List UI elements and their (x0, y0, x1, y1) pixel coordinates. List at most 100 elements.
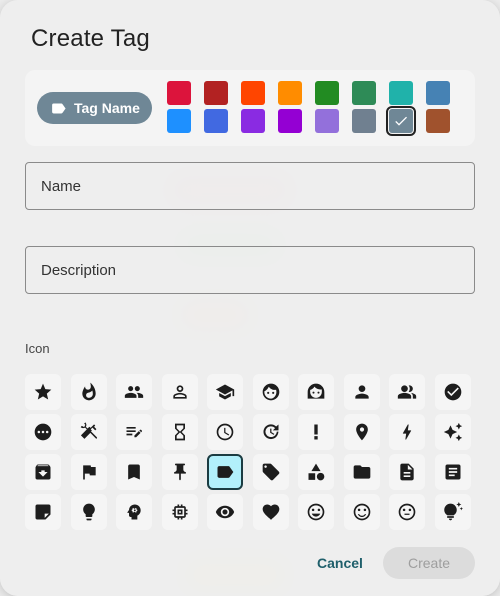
cancel-button[interactable]: Cancel (312, 549, 368, 577)
update-icon (262, 424, 278, 440)
icon-option-label[interactable] (207, 454, 243, 490)
people-icon (397, 385, 417, 399)
tag-preview-label: Tag Name (74, 100, 140, 116)
icon-option-flag[interactable] (70, 454, 107, 490)
color-swatch[interactable] (389, 81, 413, 105)
color-swatch[interactable] (167, 81, 191, 105)
icon-option-neutral-face[interactable] (389, 494, 425, 530)
color-swatch[interactable] (278, 109, 302, 133)
bookmark-icon (128, 464, 140, 480)
flag-icon (82, 465, 96, 480)
color-swatch[interactable] (426, 81, 450, 105)
icon-option-bolt[interactable] (389, 414, 425, 450)
heart-icon (262, 504, 279, 520)
icon-option-edit-note[interactable] (116, 414, 152, 450)
color-swatch[interactable] (241, 81, 265, 105)
icon-option-sentiment[interactable] (343, 494, 380, 530)
name-field[interactable]: Name (25, 162, 475, 210)
folder-icon (353, 465, 370, 479)
icon-option-heart[interactable] (252, 494, 289, 530)
psychology-icon (127, 504, 141, 520)
icon-option-priority[interactable] (298, 414, 334, 450)
tags-icon (262, 463, 279, 481)
icon-option-woman[interactable] (298, 374, 334, 410)
group-icon (124, 386, 144, 398)
clock-icon (216, 423, 234, 441)
color-swatch[interactable] (241, 109, 265, 133)
lightbulb-icon (82, 503, 95, 521)
sparkle-icon (443, 422, 462, 442)
color-swatch[interactable] (315, 81, 339, 105)
icon-option-update[interactable] (252, 414, 289, 450)
school-icon (215, 384, 235, 400)
icon-option-bookmark[interactable] (116, 454, 152, 490)
hourglass-icon (174, 423, 185, 441)
icon-option-document[interactable] (389, 454, 425, 490)
category-icon (308, 463, 325, 481)
icon-option-people[interactable] (389, 374, 425, 410)
icon-option-person[interactable] (343, 374, 380, 410)
icon-option-psychology[interactable] (116, 494, 152, 530)
name-field-placeholder: Name (41, 178, 82, 195)
icon-option-group[interactable] (116, 374, 152, 410)
create-button[interactable]: Create (383, 547, 475, 579)
tag-preview-panel: Tag Name (25, 70, 475, 146)
star-icon (34, 383, 52, 400)
color-swatch[interactable] (386, 106, 416, 136)
icon-option-pin[interactable] (161, 454, 198, 490)
fire-icon (81, 382, 96, 401)
edit-note-icon (126, 427, 142, 438)
icon-option-lightbulb[interactable] (70, 494, 107, 530)
color-swatch[interactable] (315, 109, 339, 133)
icon-option-sparkle[interactable] (434, 414, 471, 450)
color-swatch[interactable] (204, 81, 228, 105)
color-swatch[interactable] (426, 109, 450, 133)
icon-section-label: Icon (25, 341, 50, 356)
color-swatch[interactable] (352, 109, 376, 133)
document-icon (400, 463, 414, 481)
icon-option-school[interactable] (207, 374, 243, 410)
color-swatch[interactable] (278, 81, 302, 105)
icon-option-tips[interactable] (434, 494, 471, 530)
icon-option-check-circle[interactable] (434, 374, 471, 410)
label-icon (217, 466, 234, 478)
location-pin-icon (355, 423, 368, 441)
priority-icon (314, 424, 318, 440)
icon-option-category[interactable] (298, 454, 334, 490)
tips-icon (443, 502, 463, 521)
icon-option-tools[interactable] (70, 414, 107, 450)
create-tag-dialog: Create Tag Tag Name Name Description Ico… (0, 0, 500, 596)
tools-icon (80, 422, 97, 439)
sticky-note-icon (35, 504, 51, 520)
icon-option-location-pin[interactable] (343, 414, 380, 450)
icon-option-clock[interactable] (207, 414, 243, 450)
description-field-placeholder: Description (41, 262, 117, 279)
icon-option-memory-chip[interactable] (161, 494, 198, 530)
icon-option-smile[interactable] (298, 494, 334, 530)
pin-icon (173, 463, 186, 481)
label-icon (52, 103, 66, 113)
description-field[interactable]: Description (25, 246, 475, 294)
color-swatch[interactable] (352, 81, 376, 105)
archive-icon (35, 464, 51, 480)
icon-option-hourglass[interactable] (161, 414, 198, 450)
icon-option-fire[interactable] (70, 374, 107, 410)
eye-icon (215, 505, 235, 519)
icon-option-article[interactable] (434, 454, 471, 490)
icon-option-sticky-note[interactable] (25, 494, 61, 530)
check-circle-icon (444, 383, 461, 401)
smile-icon (307, 503, 325, 521)
icon-option-eye[interactable] (207, 494, 243, 530)
icon-option-tags[interactable] (252, 454, 289, 490)
dialog-title: Create Tag (31, 25, 150, 52)
icon-option-archive[interactable] (25, 454, 61, 490)
icon-option-face[interactable] (252, 374, 289, 410)
color-swatch[interactable] (204, 109, 228, 133)
icon-option-folder[interactable] (343, 454, 380, 490)
memory-chip-icon (172, 504, 187, 520)
icon-option-person-outline[interactable] (161, 374, 198, 410)
icon-option-more-horiz[interactable] (25, 414, 61, 450)
color-swatch[interactable] (167, 109, 191, 133)
icon-option-star[interactable] (25, 374, 61, 410)
color-swatch-grid (167, 81, 467, 137)
